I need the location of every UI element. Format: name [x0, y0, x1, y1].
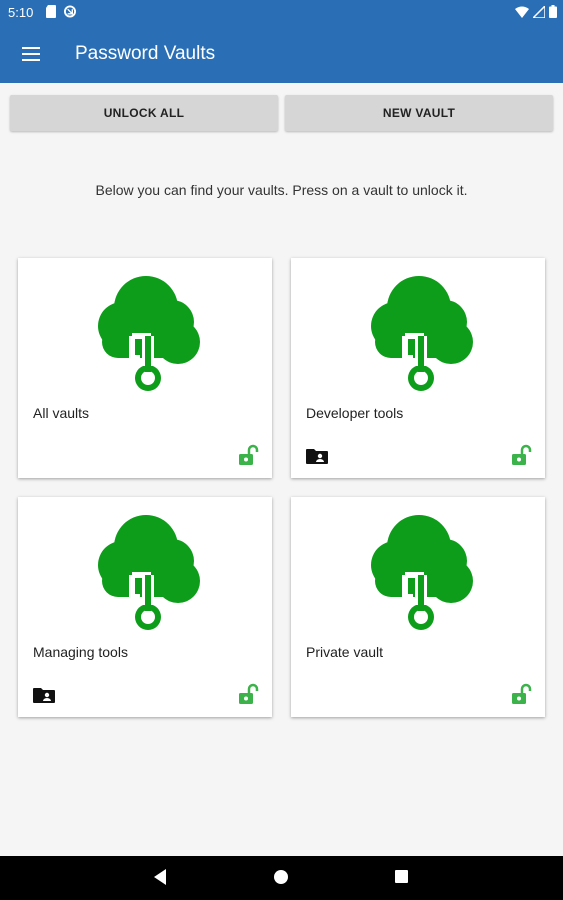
vault-name: Developer tools	[306, 405, 404, 421]
unlocked-padlock-icon[interactable]	[238, 444, 260, 466]
app-bar: Password Vaults	[0, 26, 563, 83]
unlocked-padlock-icon[interactable]	[511, 683, 533, 705]
page-title: Password Vaults	[75, 43, 216, 64]
cloud-key-icon	[371, 515, 473, 630]
cloud-key-icon	[371, 276, 473, 391]
unlocked-padlock-icon[interactable]	[238, 683, 260, 705]
vault-card-all-vaults[interactable]: All vaults	[18, 258, 272, 478]
vault-name: Managing tools	[33, 644, 128, 660]
data-saver-icon	[64, 5, 76, 18]
vault-name: All vaults	[33, 405, 90, 421]
battery-icon	[549, 5, 557, 18]
status-bar: 5:10	[0, 0, 563, 26]
vault-name: Private vault	[306, 644, 384, 660]
cloud-key-icon	[98, 515, 200, 630]
vault-card-managing-tools[interactable]: Managing tools	[18, 497, 272, 717]
recents-square-icon[interactable]	[394, 869, 409, 884]
hamburger-icon[interactable]	[22, 43, 46, 65]
unlocked-padlock-icon[interactable]	[511, 444, 533, 466]
new-vault-button[interactable]: NEW VAULT	[285, 95, 553, 131]
shared-folder-icon	[306, 449, 328, 464]
action-row: UNLOCK ALL NEW VAULT	[10, 95, 553, 131]
signal-icon	[533, 5, 545, 18]
info-text: Below you can find your vaults. Press on…	[95, 182, 468, 198]
status-time: 5:10	[8, 5, 34, 20]
cloud-key-icon	[98, 276, 200, 391]
shared-folder-icon	[33, 688, 55, 703]
home-circle-icon[interactable]	[273, 869, 289, 885]
sd-card-icon	[46, 5, 56, 18]
wifi-icon	[515, 6, 529, 18]
navigation-bar	[0, 856, 563, 900]
vault-card-developer-tools[interactable]: Developer tools	[291, 258, 545, 478]
vault-card-private-vault[interactable]: Private vault	[291, 497, 545, 717]
back-triangle-icon[interactable]	[152, 868, 168, 886]
unlock-all-button[interactable]: UNLOCK ALL	[10, 95, 278, 131]
status-right-icons	[515, 5, 557, 18]
